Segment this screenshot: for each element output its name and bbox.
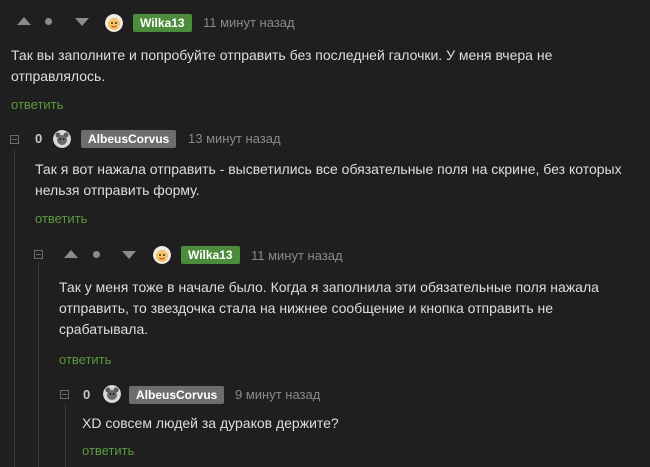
author-badge[interactable]: Wilka13 — [181, 246, 240, 264]
collapse-icon[interactable] — [10, 135, 19, 144]
reply-link[interactable]: ответить — [59, 352, 111, 367]
comment-time: 9 минут назад — [235, 387, 321, 402]
comment-time: 13 минут назад — [188, 131, 281, 146]
avatar-face-icon[interactable] — [153, 246, 171, 264]
vote-up-icon[interactable] — [64, 250, 78, 258]
reply-link[interactable]: ответить — [82, 443, 134, 458]
thread-line — [38, 262, 39, 467]
comment-time: 11 минут назад — [251, 248, 343, 263]
author-badge[interactable]: AlbeusCorvus — [129, 386, 225, 404]
comment-text: Так вы заполните и попробуйте отправить … — [11, 47, 553, 84]
vote-up-icon[interactable] — [17, 17, 31, 25]
vote-down-icon[interactable] — [122, 251, 136, 259]
comments-thread: Wilka13 11 минут назад Так вы заполните … — [0, 0, 650, 467]
avatar-face-icon[interactable] — [105, 14, 123, 32]
comment-text: XD совсем людей за дураков держите? — [82, 415, 339, 431]
comment-text: Так я вот нажала отправить - высветились… — [35, 161, 622, 198]
thread-line — [65, 404, 66, 467]
author-badge[interactable]: AlbeusCorvus — [81, 130, 177, 148]
vote-down-icon[interactable] — [75, 18, 89, 26]
comment-text: Так у меня тоже в начале было. Когда я з… — [59, 279, 599, 337]
comment-time: 11 минут назад — [203, 15, 295, 30]
author-badge[interactable]: Wilka13 — [133, 14, 192, 32]
avatar-bear-icon[interactable] — [53, 130, 71, 148]
collapse-icon[interactable] — [60, 390, 69, 399]
collapse-icon[interactable] — [34, 250, 43, 259]
vote-dot-icon — [45, 18, 52, 25]
thread-line — [14, 150, 15, 467]
comment-score: 0 — [83, 387, 91, 402]
comment-score: 0 — [35, 131, 43, 146]
vote-dot-icon — [93, 251, 100, 258]
reply-link[interactable]: ответить — [35, 211, 87, 226]
reply-link[interactable]: ответить — [11, 97, 63, 112]
avatar-bear-icon[interactable] — [103, 385, 121, 403]
